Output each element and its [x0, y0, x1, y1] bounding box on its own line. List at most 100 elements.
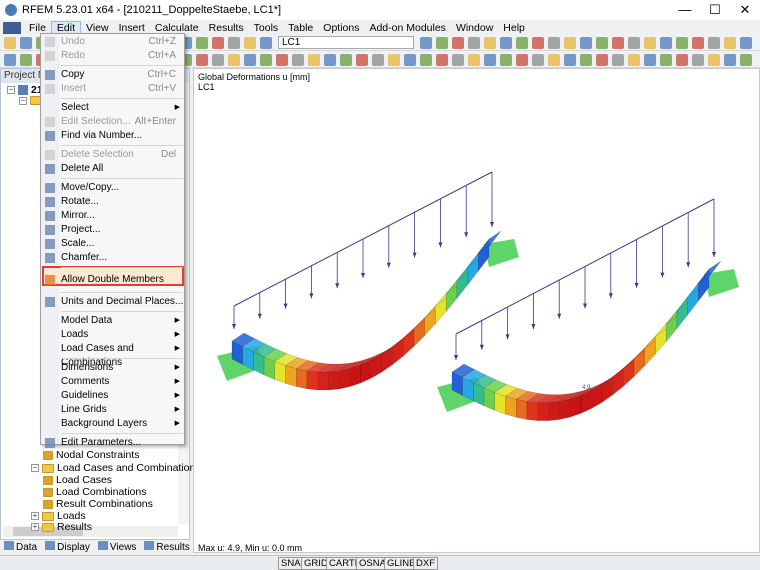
toolbar-button[interactable] — [580, 54, 592, 66]
menu-window[interactable]: Window — [451, 22, 498, 34]
menu-item-background-layers[interactable]: Background Layers ▶ — [41, 417, 184, 431]
menu-item-edit-parameters[interactable]: Edit Parameters... — [41, 436, 184, 450]
tree-item[interactable]: − Load Cases and Combinations — [31, 462, 201, 474]
menu-item-load-cases-and-combinations[interactable]: Load Cases and Combinations ▶ — [41, 342, 184, 368]
toolbar-button[interactable] — [276, 54, 288, 66]
tree-item[interactable]: Load Cases — [43, 474, 112, 486]
toolbar-button[interactable] — [500, 54, 512, 66]
toolbar-button[interactable] — [468, 54, 480, 66]
toolbar-button[interactable] — [420, 54, 432, 66]
menu-item-redo[interactable]: Redo Ctrl+A — [41, 49, 184, 63]
toolbar-button[interactable] — [548, 37, 560, 49]
menu-item-undo[interactable]: Undo Ctrl+Z — [41, 35, 184, 49]
toolbar-button[interactable] — [324, 54, 336, 66]
toolbar-button[interactable] — [708, 37, 720, 49]
toolbar-button[interactable] — [20, 37, 32, 49]
toolbar-button[interactable] — [388, 54, 400, 66]
toolbar-button[interactable] — [564, 54, 576, 66]
toolbar-button[interactable] — [676, 54, 688, 66]
toolbar-button[interactable] — [724, 37, 736, 49]
menu-item-guidelines[interactable]: Guidelines ▶ — [41, 389, 184, 403]
menu-item-insert[interactable]: Insert Ctrl+V — [41, 82, 184, 96]
menu-item-allow-double-members[interactable]: Allow Double Members — [41, 273, 184, 287]
menu-item-rotate[interactable]: Rotate... — [41, 195, 184, 209]
status-dxf[interactable]: DXF — [413, 557, 438, 570]
menu-item-select[interactable]: Select ▶ — [41, 101, 184, 115]
tree-item[interactable]: Result Combinations — [43, 498, 153, 510]
toolbar-button[interactable] — [644, 37, 656, 49]
toolbar-button[interactable] — [484, 37, 496, 49]
toolbar-button[interactable] — [564, 37, 576, 49]
menu-item-project[interactable]: Project... — [41, 223, 184, 237]
toolbar-button[interactable] — [292, 54, 304, 66]
close-button[interactable]: ✕ — [730, 0, 760, 20]
toolbar-button[interactable] — [692, 54, 704, 66]
toolbar-button[interactable] — [420, 37, 432, 49]
minimize-button[interactable]: — — [670, 0, 700, 20]
menu-item-scale[interactable]: Scale... — [41, 237, 184, 251]
toolbar-button[interactable] — [356, 54, 368, 66]
expand-icon[interactable]: − — [31, 464, 39, 472]
toolbar-button[interactable] — [628, 37, 640, 49]
toolbar-button[interactable] — [4, 37, 16, 49]
toolbar-button[interactable] — [708, 54, 720, 66]
menu-item-chamfer[interactable]: Chamfer... — [41, 251, 184, 265]
tree-item[interactable]: Load Combinations — [43, 486, 146, 498]
menu-item-dimensions[interactable]: Dimensions ▶ — [41, 361, 184, 375]
toolbar-button[interactable] — [452, 37, 464, 49]
graphics-view[interactable]: Global Deformations u [mm] LC1 4.9 Max u… — [193, 68, 760, 553]
menu-results[interactable]: Results — [204, 22, 249, 34]
toolbar-button[interactable] — [660, 37, 672, 49]
toolbar-button[interactable] — [516, 37, 528, 49]
menu-table[interactable]: Table — [283, 22, 318, 34]
toolbar-button[interactable] — [212, 54, 224, 66]
menu-tools[interactable]: Tools — [249, 22, 284, 34]
toolbar-button[interactable] — [372, 54, 384, 66]
toolbar-button[interactable] — [660, 54, 672, 66]
menu-item-line-grids[interactable]: Line Grids ▶ — [41, 403, 184, 417]
toolbar-button[interactable] — [548, 54, 560, 66]
expand-icon[interactable]: + — [31, 523, 39, 531]
menu-item-move-copy[interactable]: Move/Copy... — [41, 181, 184, 195]
toolbar-button[interactable] — [340, 54, 352, 66]
maximize-button[interactable]: ☐ — [700, 0, 730, 20]
tree-item[interactable]: + Results — [31, 521, 92, 533]
toolbar-button[interactable] — [308, 54, 320, 66]
toolbar-button[interactable] — [20, 54, 32, 66]
menu-calculate[interactable]: Calculate — [150, 22, 204, 34]
nav-tab-results[interactable]: Results — [144, 541, 190, 553]
toolbar-button[interactable] — [452, 54, 464, 66]
menu-item-model-data[interactable]: Model Data ▶ — [41, 314, 184, 328]
toolbar-button[interactable] — [740, 54, 752, 66]
toolbar-button[interactable] — [244, 54, 256, 66]
menu-item-find-via-number[interactable]: Find via Number... — [41, 129, 184, 143]
menu-file[interactable]: File — [24, 22, 51, 34]
menu-item-comments[interactable]: Comments ▶ — [41, 375, 184, 389]
toolbar-button[interactable] — [404, 54, 416, 66]
menu-add-on-modules[interactable]: Add-on Modules — [364, 22, 450, 34]
menu-item-delete-all[interactable]: Delete All — [41, 162, 184, 176]
menu-item-mirror[interactable]: Mirror... — [41, 209, 184, 223]
toolbar-button[interactable] — [532, 37, 544, 49]
toolbar-button[interactable] — [740, 37, 752, 49]
toolbar-button[interactable] — [724, 54, 736, 66]
nav-tab-data[interactable]: Data — [4, 541, 37, 553]
toolbar-button[interactable] — [580, 37, 592, 49]
menu-item-copy[interactable]: Copy Ctrl+C — [41, 68, 184, 82]
toolbar-button[interactable] — [196, 37, 208, 49]
toolbar-button[interactable] — [532, 54, 544, 66]
toolbar-button[interactable] — [260, 54, 272, 66]
menu-item-delete-selection[interactable]: Delete Selection Del — [41, 148, 184, 162]
menu-view[interactable]: View — [81, 22, 114, 34]
toolbar-button[interactable] — [4, 54, 16, 66]
toolbar-button[interactable] — [628, 54, 640, 66]
toolbar-button[interactable] — [436, 54, 448, 66]
toolbar-button[interactable] — [500, 37, 512, 49]
toolbar-button[interactable] — [612, 54, 624, 66]
menu-item-units-and-decimal-places[interactable]: Units and Decimal Places... — [41, 295, 184, 309]
toolbar-button[interactable] — [228, 37, 240, 49]
toolbar-button[interactable] — [596, 54, 608, 66]
toolbar-button[interactable] — [260, 37, 272, 49]
tree-item[interactable]: Nodal Constraints — [43, 449, 139, 461]
expand-icon[interactable]: + — [31, 512, 39, 520]
